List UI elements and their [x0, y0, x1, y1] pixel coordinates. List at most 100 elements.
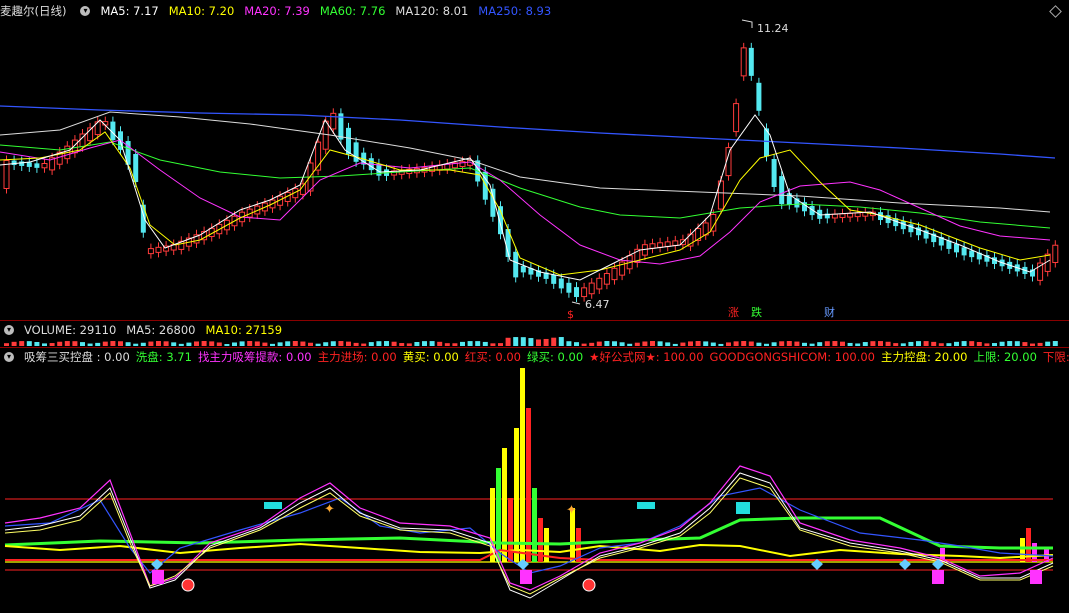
volume-bar	[710, 342, 716, 346]
candle-body	[649, 243, 656, 249]
candle-body	[672, 240, 679, 246]
pink-block	[520, 570, 532, 584]
candle-body	[34, 163, 40, 168]
candle-body	[603, 273, 610, 285]
volume-bar	[72, 341, 78, 346]
volume-bar	[1037, 342, 1043, 346]
volume-bar	[612, 341, 617, 346]
volume-bar	[247, 341, 253, 346]
volume-bar	[680, 342, 686, 346]
volume-bar	[1014, 341, 1020, 346]
volume-bar	[954, 341, 959, 346]
volume-bar	[923, 341, 929, 346]
volume-bar	[64, 341, 70, 346]
volume-bar	[467, 341, 473, 346]
volume-bar	[878, 341, 883, 346]
candle-body	[740, 47, 747, 77]
volume-bar	[437, 341, 443, 346]
volume-bar	[34, 341, 40, 346]
volume-bar	[232, 342, 237, 346]
candle-body	[786, 193, 792, 205]
volume-bar	[178, 343, 184, 346]
volume-bar	[840, 341, 845, 346]
price-chart[interactable]: 11.24 6.47 $ 涨 跌 财	[0, 0, 1069, 320]
ball-icon	[181, 578, 195, 592]
volume-bar	[346, 341, 351, 346]
volume-bar	[809, 343, 815, 346]
candle-body	[664, 241, 671, 247]
volume-bar	[57, 341, 63, 346]
candle-body	[1052, 244, 1059, 264]
candle-body	[596, 277, 603, 290]
volume-bar	[353, 342, 359, 346]
volume-bar	[961, 341, 967, 346]
volume-bar	[650, 341, 655, 346]
volume-bar	[490, 343, 496, 346]
volume-bar	[741, 341, 747, 346]
volume-bar	[1052, 341, 1058, 346]
volume-bar	[984, 343, 990, 346]
rise-mark: 涨	[728, 306, 739, 319]
volume-bar	[604, 341, 610, 346]
volume-bar	[1007, 341, 1013, 346]
indicator-chart[interactable]: ✦ ✦	[0, 348, 1069, 613]
volume-bar	[688, 341, 693, 346]
volume-bar	[718, 343, 724, 346]
volume-bar	[239, 341, 245, 346]
volume-bar	[832, 341, 838, 346]
volume-bar	[543, 338, 549, 346]
volume-bar	[931, 341, 937, 346]
volume-chart[interactable]	[0, 320, 1069, 347]
volume-bar	[125, 342, 131, 346]
volume-bar	[634, 342, 640, 346]
signal-bars	[490, 368, 1049, 562]
volume-bar	[460, 341, 465, 346]
volume-bar	[315, 343, 321, 346]
candle-body	[954, 243, 959, 253]
volume-bar	[536, 339, 541, 346]
volume-bar	[581, 343, 587, 346]
volume-bar	[596, 341, 602, 346]
candle-body	[155, 246, 162, 253]
volume-bar	[277, 342, 283, 346]
candle-body	[551, 274, 557, 284]
ma10-line	[0, 131, 1051, 276]
volume-bar	[726, 342, 731, 346]
volume-bar	[224, 343, 230, 346]
signal-box	[637, 502, 655, 509]
volume-bar	[384, 341, 389, 346]
volume-bar	[292, 341, 298, 346]
volume-bar	[42, 343, 47, 346]
volume-bar	[102, 341, 108, 346]
signal-box	[736, 502, 750, 514]
volume-bar	[163, 341, 169, 346]
volume-bar	[771, 342, 777, 346]
volume-bar	[140, 342, 146, 346]
volume-bar	[900, 343, 906, 346]
volume-bar	[330, 341, 336, 346]
volume-bar	[847, 342, 853, 346]
volume-bar	[133, 343, 139, 346]
volume-bar	[619, 342, 625, 346]
volume-bar	[824, 341, 830, 346]
volume-bar	[498, 343, 503, 346]
volume-bar	[414, 341, 420, 346]
volume-bar	[361, 343, 367, 346]
volume-bar	[194, 341, 199, 346]
pink-block	[152, 570, 164, 584]
volume-bar	[665, 342, 671, 346]
candle-body	[961, 247, 967, 256]
signal-bar	[520, 368, 525, 562]
volume-bar	[786, 341, 792, 346]
low-marker: 6.47	[571, 298, 610, 311]
volume-bar	[186, 342, 192, 346]
runner-icon: ✦	[566, 503, 577, 518]
volume-bar	[171, 342, 177, 346]
pink-block	[1030, 570, 1042, 584]
candle-body	[520, 265, 526, 273]
volume-bar	[308, 342, 313, 346]
candle-body	[574, 287, 579, 298]
volume-bar	[999, 341, 1005, 346]
volume-bar	[528, 338, 534, 346]
volume-bar	[946, 343, 952, 346]
